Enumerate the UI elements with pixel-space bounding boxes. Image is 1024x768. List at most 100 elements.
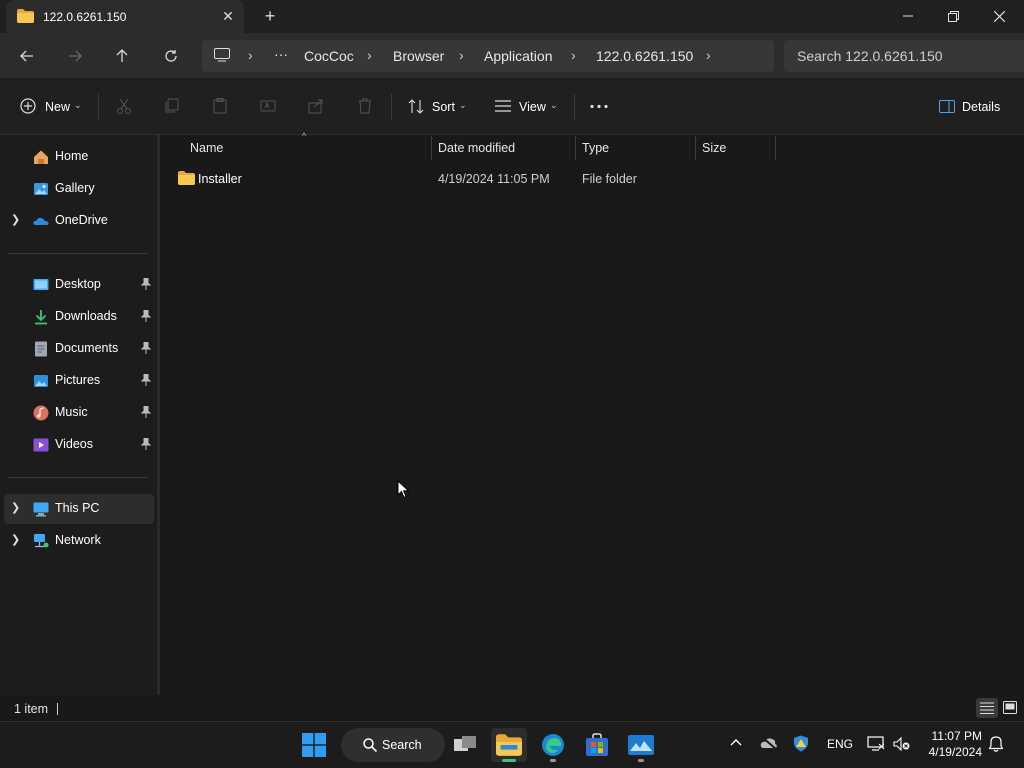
paste-icon[interactable] bbox=[212, 98, 228, 114]
column-separator[interactable] bbox=[575, 136, 576, 160]
table-row[interactable]: Installer 4/19/2024 11:05 PM File folder bbox=[170, 166, 776, 191]
sidebar-item-label: Home bbox=[55, 149, 89, 163]
breadcrumb-item-current[interactable]: 122.0.6261.150 bbox=[596, 48, 693, 64]
share-icon[interactable] bbox=[308, 98, 324, 114]
refresh-button[interactable] bbox=[157, 44, 185, 68]
language-indicator[interactable]: ENG bbox=[827, 737, 853, 751]
volume-muted-icon[interactable] bbox=[893, 737, 911, 751]
chevron-right-icon[interactable]: ❯ bbox=[11, 501, 20, 514]
notification-bell-icon[interactable] bbox=[989, 736, 1003, 752]
chevron-right-icon[interactable]: ❯ bbox=[11, 213, 20, 226]
breadcrumb-chevron-icon[interactable]: › bbox=[367, 47, 372, 63]
sidebar-item-this-pc[interactable]: ❯ This PC bbox=[4, 494, 154, 524]
clock-date: 4/19/2024 bbox=[928, 745, 982, 759]
security-shield-icon[interactable] bbox=[793, 735, 809, 752]
tab-current[interactable]: 122.0.6261.150 ✕ bbox=[6, 0, 244, 33]
sidebar-item-home[interactable]: Home bbox=[4, 142, 154, 172]
details-pane-icon[interactable] bbox=[939, 100, 955, 113]
chevron-right-icon[interactable]: ❯ bbox=[11, 533, 20, 546]
sidebar-item-gallery[interactable]: Gallery bbox=[4, 174, 154, 204]
column-separator[interactable] bbox=[775, 136, 776, 160]
task-view-button[interactable] bbox=[447, 728, 483, 762]
minimize-icon bbox=[903, 15, 913, 17]
toolbar-separator bbox=[391, 94, 392, 120]
column-separator[interactable] bbox=[431, 136, 432, 160]
new-tab-button[interactable]: + bbox=[258, 6, 282, 28]
image-app-icon bbox=[628, 735, 654, 755]
cloud-offline-icon[interactable] bbox=[760, 736, 778, 750]
cut-icon[interactable] bbox=[116, 98, 132, 114]
breadcrumb-chevron-icon[interactable]: › bbox=[459, 47, 464, 63]
column-separator[interactable] bbox=[695, 136, 696, 160]
breadcrumb-chevron-icon[interactable]: › bbox=[248, 47, 253, 63]
column-header-name[interactable]: Name bbox=[190, 141, 223, 155]
pin-icon[interactable] bbox=[141, 278, 151, 290]
file-explorer-taskbar-button[interactable] bbox=[491, 728, 527, 762]
start-button[interactable] bbox=[296, 728, 332, 762]
new-button[interactable]: New bbox=[45, 100, 70, 114]
sidebar-item-desktop[interactable]: Desktop bbox=[4, 270, 154, 300]
new-plus-icon[interactable] bbox=[20, 98, 36, 114]
taskbar-search-button[interactable]: Search bbox=[341, 728, 445, 762]
file-type: File folder bbox=[582, 172, 637, 186]
column-header-size[interactable]: Size bbox=[702, 141, 726, 155]
app-taskbar-button[interactable] bbox=[623, 728, 659, 762]
breadcrumb-item-application[interactable]: Application bbox=[484, 48, 553, 64]
sidebar-item-network[interactable]: ❯ Network bbox=[4, 526, 154, 556]
close-tab-icon[interactable]: ✕ bbox=[218, 6, 238, 26]
chevron-down-icon[interactable]: ⌄ bbox=[459, 100, 467, 111]
tiles-view-button[interactable] bbox=[999, 698, 1021, 718]
clock-button[interactable]: 11:07 PM 4/19/2024 bbox=[918, 729, 982, 761]
store-taskbar-button[interactable] bbox=[579, 728, 615, 762]
network-status-icon[interactable] bbox=[867, 736, 885, 751]
pin-icon[interactable] bbox=[141, 342, 151, 354]
sidebar-item-pictures[interactable]: Pictures bbox=[4, 366, 154, 396]
minimize-button[interactable] bbox=[885, 0, 931, 32]
column-header-date-modified[interactable]: Date modified bbox=[438, 141, 515, 155]
chevron-down-icon[interactable]: ⌄ bbox=[550, 100, 558, 111]
up-arrow-icon bbox=[116, 49, 128, 62]
view-button[interactable]: View bbox=[519, 100, 546, 114]
breadcrumb-overflow-icon[interactable]: ··· bbox=[274, 46, 288, 62]
up-button[interactable] bbox=[108, 44, 136, 68]
file-list-view[interactable] bbox=[160, 135, 1024, 695]
breadcrumb-item-browser[interactable]: Browser bbox=[393, 48, 444, 64]
sidebar-item-onedrive[interactable]: ❯ OneDrive bbox=[4, 206, 154, 236]
sidebar-item-videos[interactable]: Videos bbox=[4, 430, 154, 460]
downloads-icon bbox=[35, 310, 47, 325]
pin-icon[interactable] bbox=[141, 310, 151, 322]
mouse-cursor-icon bbox=[397, 480, 410, 499]
network-icon bbox=[34, 534, 49, 548]
sidebar-item-downloads[interactable]: Downloads bbox=[4, 302, 154, 332]
details-view-button[interactable] bbox=[976, 698, 998, 718]
column-header-type[interactable]: Type bbox=[582, 141, 609, 155]
sidebar-item-documents[interactable]: Documents bbox=[4, 334, 154, 364]
rename-icon[interactable] bbox=[260, 98, 276, 114]
restore-button[interactable] bbox=[930, 0, 976, 32]
breadcrumb-item-coccoc[interactable]: CocCoc bbox=[304, 48, 354, 64]
chevron-down-icon[interactable]: ⌄ bbox=[74, 100, 82, 111]
breadcrumb-chevron-icon[interactable]: › bbox=[706, 47, 711, 63]
pin-icon[interactable] bbox=[141, 438, 151, 450]
status-bar bbox=[0, 695, 1024, 721]
sidebar-item-label: Downloads bbox=[55, 309, 117, 323]
more-options-icon[interactable] bbox=[590, 104, 608, 109]
search-box[interactable]: Search 122.0.6261.150 bbox=[784, 40, 1024, 72]
view-icon[interactable] bbox=[495, 100, 511, 112]
close-window-button[interactable] bbox=[976, 0, 1022, 32]
sidebar-item-music[interactable]: Music bbox=[4, 398, 154, 428]
breadcrumb-chevron-icon[interactable]: › bbox=[571, 47, 576, 63]
sort-icon[interactable] bbox=[408, 99, 424, 114]
back-button[interactable] bbox=[13, 44, 41, 68]
pin-icon[interactable] bbox=[141, 406, 151, 418]
sort-button[interactable]: Sort bbox=[432, 100, 455, 114]
chevron-up-icon[interactable] bbox=[730, 738, 742, 746]
search-icon bbox=[363, 738, 377, 752]
edge-taskbar-button[interactable] bbox=[535, 728, 571, 762]
forward-button[interactable] bbox=[61, 44, 89, 68]
delete-icon[interactable] bbox=[357, 98, 373, 114]
pin-icon[interactable] bbox=[141, 374, 151, 386]
copy-icon[interactable] bbox=[164, 98, 180, 114]
details-button[interactable]: Details bbox=[962, 100, 1000, 114]
search-input[interactable]: Search 122.0.6261.150 bbox=[797, 48, 943, 64]
